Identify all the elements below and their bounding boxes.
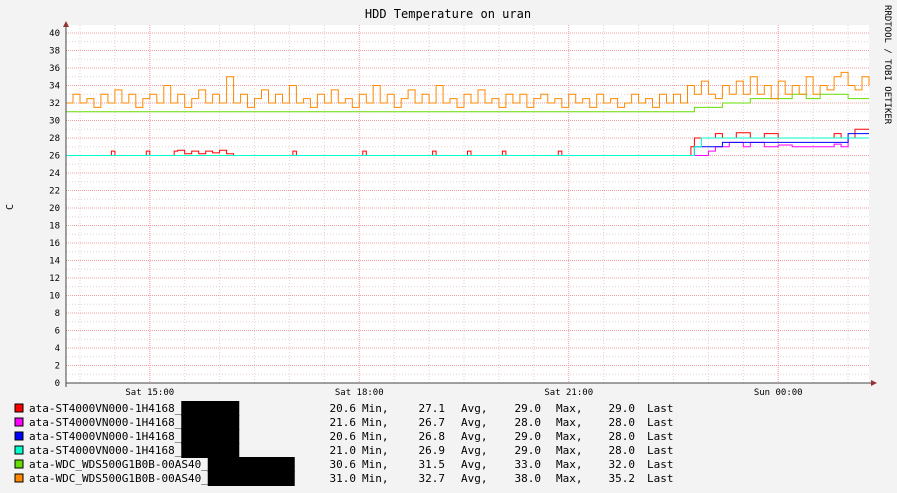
y-tick-label: 26: [49, 152, 60, 162]
legend-avg-label: Avg,: [461, 472, 488, 485]
legend-swatch-5: [14, 459, 24, 469]
legend-max-label: Max,: [556, 444, 583, 457]
hdd-temperature-chart: HDD Temperature on uran RRDTOOL / TOBI O…: [0, 0, 897, 493]
y-tick-label: 34: [49, 82, 60, 92]
legend-last-value: 28.0: [609, 416, 636, 429]
y-tick-label: 6: [55, 327, 60, 337]
legend-max-label: Max,: [556, 458, 583, 471]
legend-min-label: Min,: [362, 416, 389, 429]
x-tick-label: Sat 21:00: [544, 388, 593, 398]
legend-redaction: [207, 471, 295, 486]
legend-avg-label: Avg,: [461, 430, 488, 443]
legend-max-value: 29.0: [515, 430, 542, 443]
legend-max-value: 29.0: [515, 444, 542, 457]
y-tick-label: 32: [49, 99, 60, 109]
legend-last-label: Last: [647, 472, 674, 485]
legend-min-label: Min,: [362, 430, 389, 443]
x-tick-label: Sat 15:00: [125, 388, 174, 398]
y-tick-label: 22: [49, 187, 60, 197]
legend-min-label: Min,: [362, 472, 389, 485]
legend-name: ata-WDC_WDS500G1B0B-00AS40_: [29, 472, 208, 485]
legend-name: ata-WDC_WDS500G1B0B-00AS40_: [29, 458, 208, 471]
legend-name: ata-ST4000VN000-1H4168_: [29, 416, 182, 429]
y-axis-label: C: [5, 204, 16, 210]
legend-last-value: 29.0: [609, 402, 636, 415]
legend-max-label: Max,: [556, 430, 583, 443]
legend-last-label: Last: [647, 402, 674, 415]
legend-redaction: [181, 401, 240, 416]
legend-swatch-1: [14, 403, 24, 413]
legend-max-value: 38.0: [515, 472, 542, 485]
x-tick-label: Sat 18:00: [335, 388, 384, 398]
legend-avg-value: 27.1: [419, 402, 446, 415]
legend-redaction: [207, 457, 295, 472]
y-tick-label: 12: [49, 274, 60, 284]
legend-avg-label: Avg,: [461, 402, 488, 415]
legend-redaction: [181, 429, 240, 444]
legend-swatch-2: [14, 417, 24, 427]
legend-name: ata-ST4000VN000-1H4168_: [29, 402, 182, 415]
legend-last-value: 28.0: [609, 430, 636, 443]
chart-title: HDD Temperature on uran: [365, 7, 531, 21]
y-tick-label: 36: [49, 64, 60, 74]
legend-min-label: Min,: [362, 402, 389, 415]
legend-max-label: Max,: [556, 416, 583, 429]
legend-min-value: 20.6: [330, 402, 357, 415]
y-tick-label: 10: [49, 292, 60, 302]
legend-last-value: 28.0: [609, 444, 636, 457]
legend-swatch-4: [14, 445, 24, 455]
y-tick-label: 24: [49, 169, 60, 179]
y-tick-label: 20: [49, 204, 60, 214]
legend-min-label: Min,: [362, 444, 389, 457]
legend-avg-value: 26.7: [419, 416, 446, 429]
legend-max-value: 29.0: [515, 402, 542, 415]
legend-max-label: Max,: [556, 472, 583, 485]
legend-min-value: 21.6: [330, 416, 357, 429]
legend-avg-value: 31.5: [419, 458, 446, 471]
y-tick-label: 0: [55, 379, 60, 389]
legend-avg-label: Avg,: [461, 458, 488, 471]
y-tick-label: 8: [55, 309, 60, 319]
legend-max-value: 28.0: [515, 416, 542, 429]
y-tick-label: 14: [49, 257, 60, 267]
legend-last-value: 32.0: [609, 458, 636, 471]
legend-redaction: [181, 443, 240, 458]
legend-min-label: Min,: [362, 458, 389, 471]
y-tick-label: 18: [49, 222, 60, 232]
legend-avg-value: 32.7: [419, 472, 446, 485]
y-tick-label: 16: [49, 239, 60, 249]
legend-last-label: Last: [647, 416, 674, 429]
legend-max-label: Max,: [556, 402, 583, 415]
legend-avg-value: 26.8: [419, 430, 446, 443]
rrdtool-watermark: RRDTOOL / TOBI OETIKER: [882, 5, 892, 125]
x-tick-label: Sun 00:00: [754, 388, 803, 398]
y-tick-label: 38: [49, 47, 60, 57]
y-tick-label: 28: [49, 134, 60, 144]
legend-avg-label: Avg,: [461, 416, 488, 429]
legend-min-value: 21.0: [330, 444, 357, 457]
y-tick-label: 40: [49, 29, 60, 39]
y-tick-label: 4: [55, 344, 60, 354]
legend-avg-value: 26.9: [419, 444, 446, 457]
legend-name: ata-ST4000VN000-1H4168_: [29, 430, 182, 443]
legend-min-value: 31.0: [330, 472, 357, 485]
legend-last-value: 35.2: [609, 472, 636, 485]
legend-avg-label: Avg,: [461, 444, 488, 457]
legend-min-value: 30.6: [330, 458, 357, 471]
legend-min-value: 20.6: [330, 430, 357, 443]
legend-name: ata-ST4000VN000-1H4168_: [29, 444, 182, 457]
y-tick-label: 2: [55, 362, 60, 372]
plot-area: [66, 25, 869, 383]
legend-last-label: Last: [647, 430, 674, 443]
legend-max-value: 33.0: [515, 458, 542, 471]
legend-last-label: Last: [647, 444, 674, 457]
y-tick-label: 30: [49, 117, 60, 127]
legend-redaction: [181, 415, 240, 430]
legend: ata-ST4000VN000-1H4168_ 20.6 Min, 27.1 Avg, 2…: [14, 401, 674, 486]
legend-last-label: Last: [647, 458, 674, 471]
legend-swatch-6: [14, 473, 24, 483]
legend-swatch-3: [14, 431, 24, 441]
